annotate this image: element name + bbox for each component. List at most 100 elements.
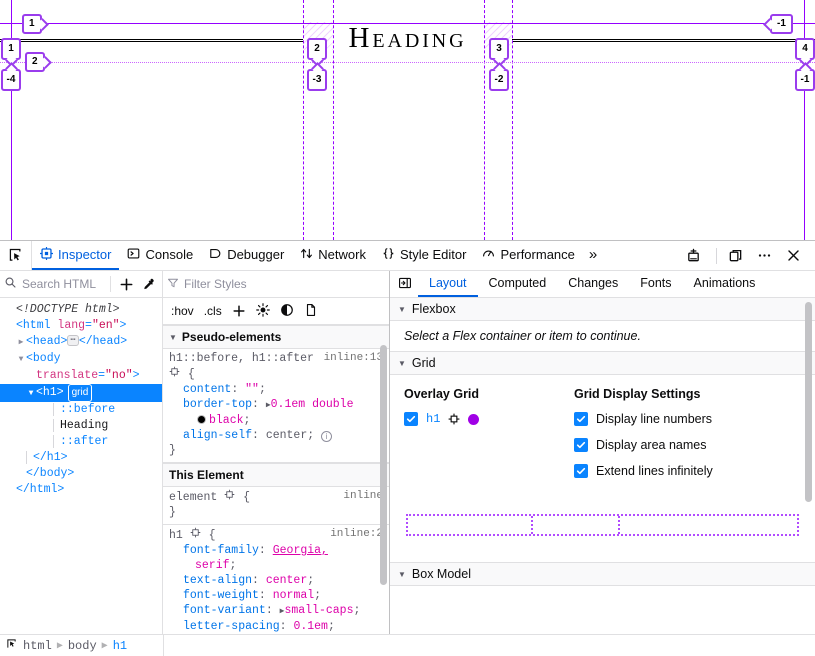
markup-row[interactable]: Heading [0, 418, 162, 434]
grid-marker-icon[interactable] [169, 366, 181, 382]
grid-col-number-1[interactable]: 1 [1, 38, 21, 60]
filter-styles-input[interactable]: Filter Styles [167, 277, 385, 292]
overlay-grid-item-h1[interactable]: h1 [404, 412, 574, 426]
light-scheme-button[interactable] [256, 303, 270, 320]
declaration-font-weight[interactable]: font-weight: normal; [169, 588, 383, 603]
section-this-element[interactable]: This Element [163, 463, 389, 487]
grid-row-number-2[interactable]: 2 [25, 52, 45, 72]
display-area-names-checkbox[interactable] [574, 438, 588, 452]
tab-inspector[interactable]: Inspector [32, 241, 119, 270]
setting-extend-lines-infinitely[interactable]: Extend lines infinitely [574, 464, 801, 478]
grid-badge[interactable]: grid [68, 384, 93, 402]
search-input[interactable]: Search HTML [4, 276, 105, 292]
grid-row-number-neg1[interactable]: -1 [770, 14, 793, 34]
section-pseudo-elements[interactable]: ▼ Pseudo-elements [163, 325, 389, 349]
declaration-border-top[interactable]: border-top: ▶0.1em double [169, 397, 383, 413]
declaration-property[interactable]: text-align [169, 574, 252, 587]
grid-col-number-neg1[interactable]: -1 [795, 69, 815, 91]
declaration-value-2[interactable]: serif [195, 559, 230, 572]
markup-row[interactable]: <html lang="en"> [0, 318, 162, 334]
accordion-box-model[interactable]: ▼ Box Model [390, 562, 815, 586]
close-icon[interactable] [782, 248, 809, 263]
declaration-property[interactable]: font-family [169, 544, 259, 557]
twisty-collapsed-icon[interactable]: ▶ [16, 335, 26, 351]
markup-row[interactable]: ▼<body [0, 351, 162, 368]
extend-lines-infinitely-checkbox[interactable] [574, 464, 588, 478]
declaration-value[interactable]: 0.1em double [271, 398, 354, 411]
declaration-text-align[interactable]: text-align: center; [169, 573, 383, 588]
declaration-property[interactable]: letter-spacing [169, 620, 280, 633]
grid-col-number-4[interactable]: 4 [795, 38, 815, 60]
layout-content[interactable]: ▼ Flexbox Select a Flex container or ite… [390, 298, 815, 634]
markup-row[interactable]: </html> [0, 482, 162, 498]
layout-scrollbar[interactable] [805, 302, 812, 502]
declaration-font-family-cont[interactable]: serif; [169, 558, 383, 573]
breadcrumb-item-h1[interactable]: h1 [113, 639, 127, 653]
markup-row[interactable]: </body> [0, 466, 162, 482]
markup-row[interactable]: ::before [0, 402, 162, 418]
tab-performance[interactable]: Performance [474, 241, 582, 270]
rule-selector[interactable]: element [169, 491, 217, 504]
markup-row[interactable]: translate="no"> [0, 368, 162, 384]
grid-outline-cell[interactable] [408, 516, 531, 534]
rule-h1-pseudo[interactable]: h1::before, h1::after inline:13 { conten… [163, 349, 389, 463]
accordion-grid[interactable]: ▼ Grid [390, 352, 815, 375]
overlay-grid-item-label[interactable]: h1 [426, 412, 440, 426]
tab-network[interactable]: Network [292, 241, 374, 270]
declaration-value[interactable]: normal [273, 589, 314, 602]
declaration-color-value[interactable]: black [209, 414, 244, 427]
grid-settings-icon[interactable] [448, 413, 460, 425]
print-media-button[interactable] [304, 303, 318, 320]
breadcrumb-scroll-icon[interactable] [6, 638, 18, 653]
markup-tree[interactable]: <!DOCTYPE html> <html lang="en"> ▶<head>… [0, 298, 162, 634]
declaration-value[interactable]: small-caps [284, 604, 353, 617]
element-picker-icon[interactable] [0, 241, 32, 270]
rule-source[interactable]: inline:2 [330, 527, 383, 543]
rule-selector[interactable]: h1 [169, 529, 183, 542]
caret-down-icon[interactable]: ▼ [398, 305, 406, 314]
declaration-property[interactable]: align-self [169, 429, 252, 442]
declaration-align-self[interactable]: align-self: center; i [169, 428, 383, 443]
markup-row[interactable]: ▶<head>⋯</head> [0, 334, 162, 351]
markup-row[interactable]: <!DOCTYPE html> [0, 302, 162, 318]
tab-style-editor[interactable]: Style Editor [374, 241, 474, 270]
rule-source[interactable]: inline [343, 489, 383, 505]
declaration-content[interactable]: content: ""; [169, 382, 383, 397]
rule-selector[interactable]: h1::before, h1::after [169, 352, 314, 365]
plus-icon[interactable] [116, 274, 136, 294]
declaration-value[interactable]: 0.1em [293, 620, 328, 633]
rule-element-inline[interactable]: element { inline } [163, 487, 389, 525]
declaration-letter-spacing[interactable]: letter-spacing: 0.1em; [169, 619, 383, 634]
grid-marker-icon[interactable] [224, 489, 236, 505]
declaration-font-variant[interactable]: font-variant: ▶small-caps; [169, 603, 383, 619]
tab-layout[interactable]: Layout [418, 271, 478, 297]
expand-pane-icon[interactable] [392, 271, 418, 297]
responsive-design-mode-icon[interactable] [682, 248, 709, 263]
caret-down-icon[interactable]: ▼ [169, 333, 177, 342]
grid-col-number-neg2[interactable]: -2 [489, 69, 509, 91]
dark-scheme-button[interactable] [280, 303, 294, 320]
color-swatch[interactable] [197, 415, 206, 424]
eyedropper-icon[interactable] [138, 274, 158, 294]
grid-col-number-2[interactable]: 2 [307, 38, 327, 60]
meatball-menu-icon[interactable] [753, 248, 780, 263]
markup-row-selected[interactable]: ▼<h1>grid [0, 384, 162, 402]
caret-down-icon[interactable]: ▼ [398, 359, 406, 368]
declaration-property[interactable]: border-top [169, 398, 252, 411]
twisty-expanded-icon[interactable]: ▼ [16, 352, 26, 368]
declaration-value[interactable]: center [266, 574, 307, 587]
grid-outline-cell[interactable] [618, 516, 797, 534]
collapsed-children-icon[interactable]: ⋯ [67, 335, 78, 346]
grid-outline[interactable] [406, 514, 799, 536]
declaration-value[interactable]: center [266, 429, 307, 442]
declaration-value[interactable]: "" [245, 383, 259, 396]
grid-marker-icon[interactable] [190, 527, 202, 543]
tab-fonts[interactable]: Fonts [629, 271, 682, 297]
declaration-property[interactable]: content [169, 383, 231, 396]
overlay-grid-checkbox[interactable] [404, 412, 418, 426]
grid-outline-cell[interactable] [531, 516, 618, 534]
class-toggle[interactable]: .cls [204, 304, 222, 318]
declaration-property[interactable]: font-weight [169, 589, 259, 602]
setting-display-line-numbers[interactable]: Display line numbers [574, 412, 801, 426]
dock-panel-icon[interactable] [724, 248, 751, 263]
